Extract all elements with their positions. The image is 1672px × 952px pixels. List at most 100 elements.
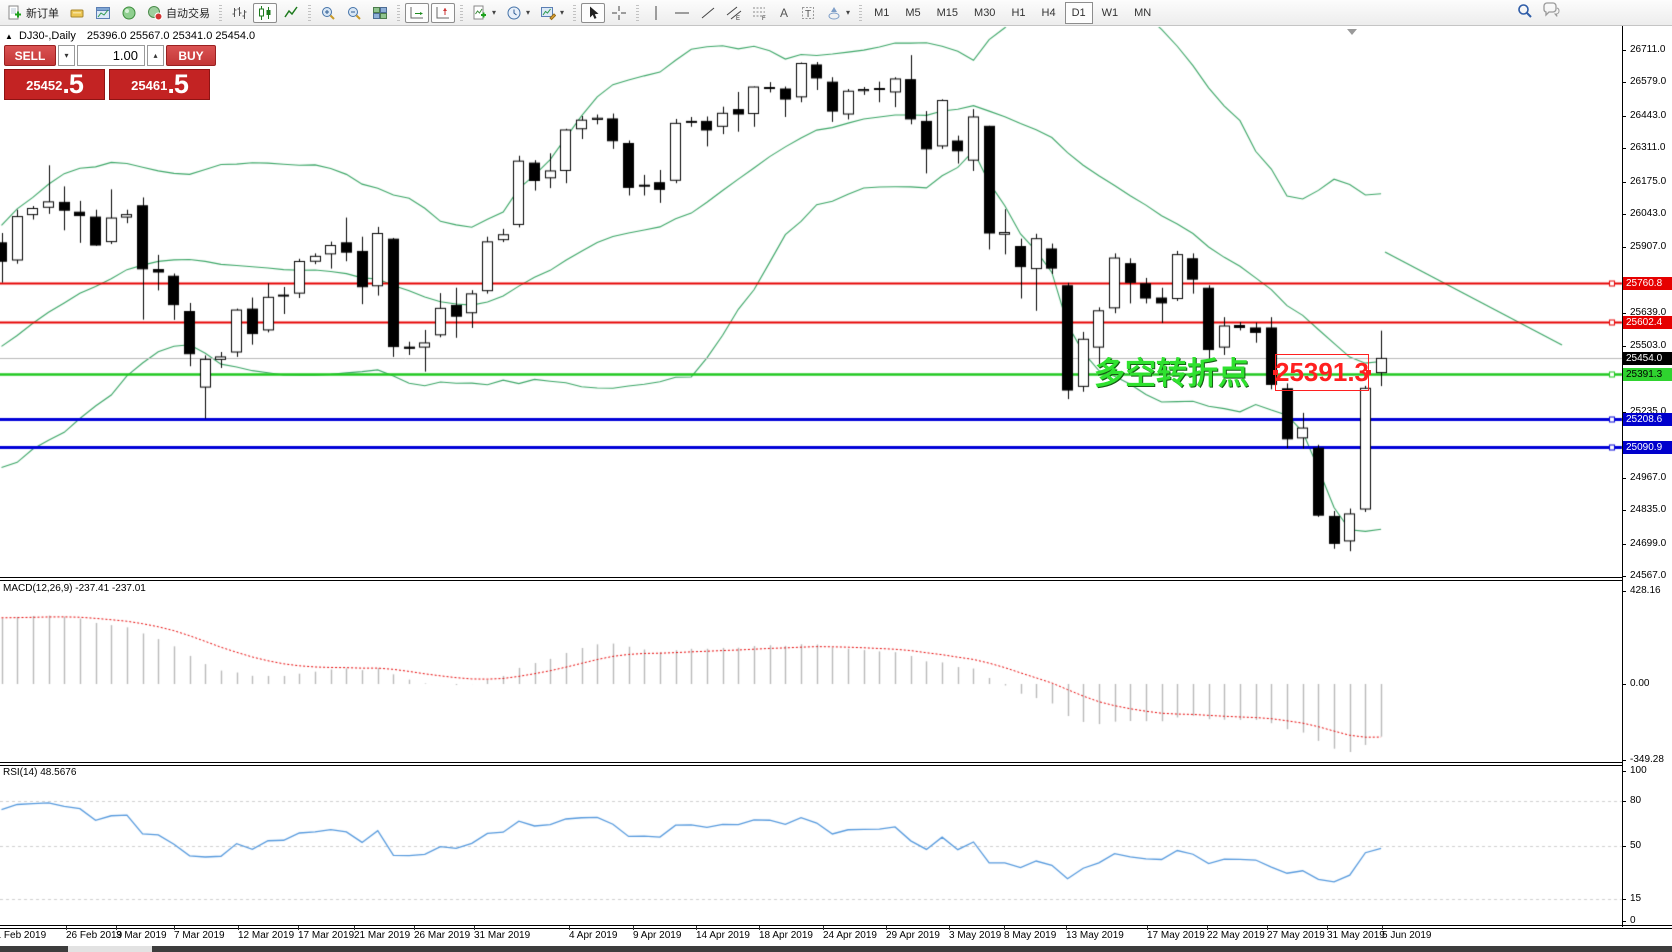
timeframe-m15[interactable]: M15 — [930, 2, 965, 24]
price-tick-mark — [1622, 247, 1626, 248]
line-chart-icon — [283, 5, 299, 21]
price-chart-canvas[interactable] — [0, 0, 1672, 952]
horizontal-scrollbar[interactable] — [0, 946, 1672, 952]
date-label: 3 Mar 2019 — [116, 930, 167, 941]
chart-title: ▲ DJ30-,Daily 25396.0 25567.0 25341.0 25… — [5, 30, 255, 42]
new-order-button[interactable]: 新订单 — [3, 3, 63, 23]
tile-windows-icon — [372, 5, 388, 21]
date-label: 4 Apr 2019 — [569, 930, 617, 941]
crosshair-tool-button[interactable] — [607, 3, 631, 23]
panel-separator[interactable] — [0, 580, 1622, 581]
candlestick-chart-button[interactable] — [253, 3, 277, 23]
buy-price-display[interactable]: 25461.5 — [109, 69, 210, 100]
horizontal-line-tool-button[interactable] — [670, 3, 694, 23]
zoom-out-icon — [346, 5, 362, 21]
buy-button[interactable]: BUY — [166, 45, 216, 66]
macd-tick-mark — [1622, 760, 1626, 761]
price-tick-label: 26579.0 — [1630, 76, 1666, 88]
tile-windows-button[interactable] — [368, 3, 392, 23]
chat-icon[interactable] — [1542, 2, 1562, 20]
annotation-price-box[interactable]: 25391.3 — [1275, 354, 1369, 391]
text-label-icon: T — [800, 5, 816, 21]
fibonacci-icon: F — [752, 5, 768, 21]
volume-decrease-button[interactable]: ▾ — [58, 45, 75, 66]
timeframe-mn[interactable]: MN — [1127, 2, 1158, 24]
toolbar-grip — [460, 5, 463, 21]
timeframe-h4[interactable]: H4 — [1035, 2, 1063, 24]
date-label: 3 May 2019 — [949, 930, 1001, 941]
chart-shift-marker[interactable] — [1347, 29, 1357, 35]
candlestick-chart-icon — [257, 5, 273, 21]
price-axis-line — [1622, 26, 1623, 927]
date-label: 21 Mar 2019 — [354, 930, 410, 941]
dropdown-arrow-icon: ▾ — [492, 8, 496, 17]
svg-text:T: T — [805, 9, 811, 20]
date-label: 13 May 2019 — [1066, 930, 1124, 941]
rsi-tick-label: 15 — [1630, 893, 1641, 905]
timeframe-m1[interactable]: M1 — [867, 2, 896, 24]
connection-button[interactable] — [117, 3, 141, 23]
zoom-out-button[interactable] — [342, 3, 366, 23]
macd-tick-mark — [1622, 684, 1626, 685]
text-tool-button[interactable]: A — [774, 3, 794, 23]
market-watch-button[interactable] — [65, 3, 89, 23]
panel-separator[interactable] — [0, 765, 1622, 766]
price-tick-mark — [1622, 148, 1626, 149]
annotation-text[interactable]: 多空转折点 — [1094, 348, 1249, 393]
price-tick-label: 24699.0 — [1630, 538, 1666, 550]
panel-separator[interactable] — [0, 762, 1622, 763]
date-label: 31 Mar 2019 — [474, 930, 530, 941]
line-chart-button[interactable] — [279, 3, 303, 23]
volume-increase-button[interactable]: ▴ — [147, 45, 164, 66]
collapse-triangle-icon[interactable]: ▲ — [5, 32, 13, 41]
price-tick-label: 24967.0 — [1630, 472, 1666, 484]
dropdown-arrow-icon: ▾ — [526, 8, 530, 17]
price-tick-mark — [1622, 313, 1626, 314]
rsi-tick-mark — [1622, 771, 1626, 772]
date-label: 29 Apr 2019 — [886, 930, 940, 941]
horizontal-scrollbar-thumb[interactable] — [68, 946, 152, 952]
zoom-in-button[interactable] — [316, 3, 340, 23]
auto-scroll-button[interactable] — [405, 3, 429, 23]
templates-icon — [540, 5, 556, 21]
shapes-icon — [826, 5, 842, 21]
macd-indicator-label: MACD(12,26,9) -237.41 -237.01 — [3, 583, 146, 594]
trendline-icon — [700, 5, 716, 21]
cursor-tool-button[interactable] — [581, 3, 605, 23]
bar-chart-button[interactable] — [227, 3, 251, 23]
price-tick-mark — [1622, 214, 1626, 215]
timeframe-m30[interactable]: M30 — [967, 2, 1002, 24]
trendline-tool-button[interactable] — [696, 3, 720, 23]
channel-tool-button[interactable]: E — [722, 3, 746, 23]
periods-button[interactable]: ▾ — [502, 3, 534, 23]
vertical-line-tool-button[interactable] — [644, 3, 668, 23]
sell-price-display[interactable]: 25452.5 — [4, 69, 105, 100]
timeframe-m5[interactable]: M5 — [898, 2, 927, 24]
rsi-tick-label: 0 — [1630, 915, 1636, 927]
price-tick-mark — [1622, 116, 1626, 117]
timeframe-h1[interactable]: H1 — [1004, 2, 1032, 24]
search-icon[interactable] — [1516, 2, 1534, 20]
sell-button[interactable]: SELL — [4, 45, 56, 66]
chart-window-button[interactable] — [91, 3, 115, 23]
timeframe-d1[interactable]: D1 — [1065, 2, 1093, 24]
toolbar: 新订单 自动交易 ▾ ▾ ▾ E F A T ▾ M1M5M15M30H1H4D… — [0, 0, 1672, 26]
templates-button[interactable]: ▾ — [536, 3, 568, 23]
timeframe-w1[interactable]: W1 — [1095, 2, 1126, 24]
text-label-tool-button[interactable]: T — [796, 3, 820, 23]
one-click-trading-panel: SELL ▾ 1.00 ▴ BUY 25452.5 25461.5 — [4, 45, 216, 100]
date-label: 22 May 2019 — [1207, 930, 1265, 941]
volume-input[interactable]: 1.00 — [77, 45, 145, 66]
indicators-button[interactable]: ▾ — [468, 3, 500, 23]
price-line-label: 25391.3 — [1623, 368, 1672, 381]
auto-trading-button[interactable]: 自动交易 — [143, 3, 214, 23]
chart-shift-button[interactable] — [431, 3, 455, 23]
price-tick-label: 26711.0 — [1630, 44, 1665, 56]
rsi-indicator-label: RSI(14) 48.5676 — [3, 767, 76, 778]
shapes-tool-button[interactable]: ▾ — [822, 3, 854, 23]
fibonacci-tool-button[interactable]: F — [748, 3, 772, 23]
date-label: 12 Mar 2019 — [238, 930, 294, 941]
panel-separator[interactable] — [0, 577, 1622, 578]
panel-separator — [0, 928, 1672, 929]
rsi-tick-label: 50 — [1630, 840, 1641, 852]
